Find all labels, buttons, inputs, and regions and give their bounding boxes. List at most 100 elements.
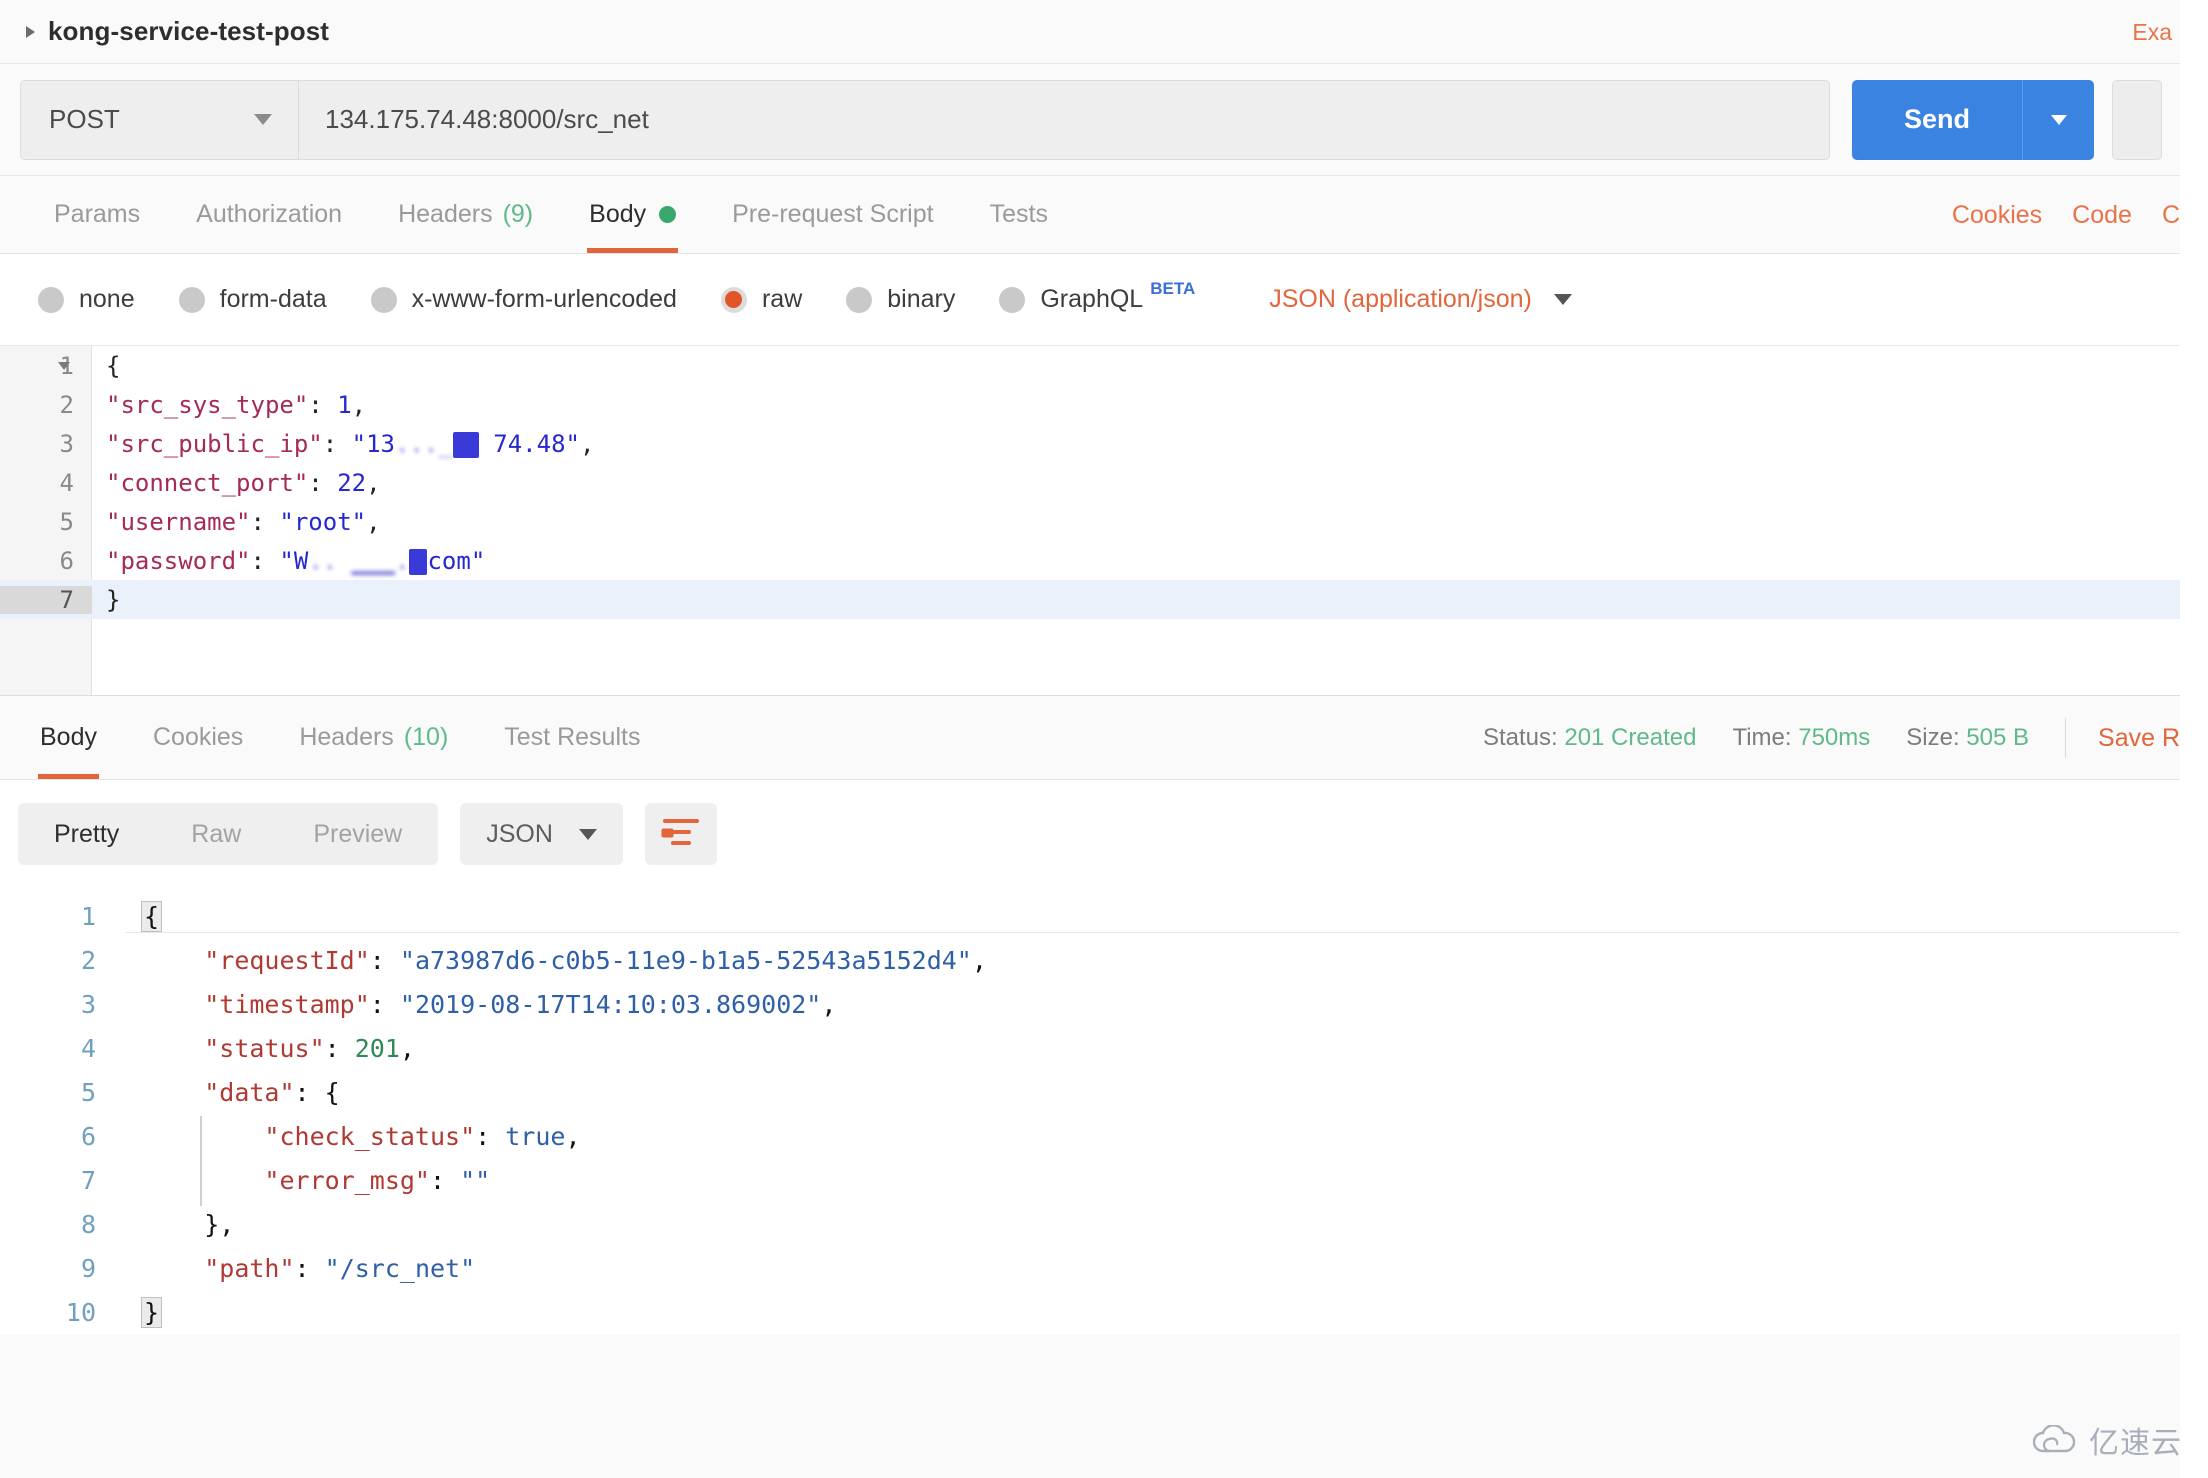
code-line: 2 "src_sys_type": 1, (0, 385, 2180, 424)
tab-headers[interactable]: Headers (9) (370, 176, 561, 253)
view-preview-button[interactable]: Preview (277, 803, 438, 865)
view-pretty-button[interactable]: Pretty (18, 803, 155, 865)
json-tail: , (565, 1121, 581, 1151)
response-tab-cookies[interactable]: Cookies (125, 696, 271, 779)
size-meta: Size: 505 B (1906, 724, 2029, 752)
body-present-dot-icon (659, 206, 677, 223)
body-type-graphql[interactable]: GraphQL BETA (999, 279, 1195, 314)
fold-caret-icon[interactable] (58, 361, 70, 370)
response-tab-body[interactable]: Body (12, 696, 125, 779)
tab-count: (10) (403, 723, 449, 751)
body-type-none[interactable]: none (38, 285, 135, 314)
tab-label: Pre-request Script (732, 200, 934, 228)
tab-label: Headers (398, 200, 493, 228)
json-key: "src_public_ip" (106, 429, 323, 458)
time-value: 750ms (1798, 724, 1871, 751)
json-value: 1 (337, 390, 352, 419)
json-value: 22 (337, 468, 367, 497)
redaction-block (409, 548, 428, 575)
tab-tests[interactable]: Tests (962, 176, 1076, 253)
code-text: { (118, 900, 163, 932)
examples-link[interactable]: Exa (2132, 19, 2172, 46)
code-text: "data": { (204, 1077, 340, 1107)
size-value: 505 B (1966, 724, 2030, 751)
word-wrap-toggle[interactable] (644, 803, 717, 865)
line-number: 3 (80, 989, 96, 1019)
cookies-link[interactable]: Cookies (1952, 201, 2042, 230)
tab-body[interactable]: Body (561, 176, 704, 253)
json-value: "/src_net" (324, 1253, 476, 1283)
request-body-editor[interactable]: 1 { 2 "src_sys_type": 1, 3 "src_public_i… (0, 346, 2180, 696)
response-format-select[interactable]: JSON (460, 803, 623, 865)
send-button-group: Send (1852, 79, 2094, 160)
line-number: 1 (59, 351, 74, 380)
content-type-select[interactable]: JSON (application/json) (1269, 285, 1572, 314)
json-value: true (505, 1121, 566, 1151)
json-key: "data" (204, 1077, 295, 1107)
code-link[interactable]: Code (2072, 201, 2132, 230)
code-text: "src_public_ip": "13..._ 74.48", (92, 430, 594, 458)
blurred-text: .. ▁▁▁. (308, 546, 410, 575)
status-label: Status: (1482, 724, 1558, 751)
json-sep: : (308, 390, 338, 419)
url-input[interactable]: 134.175.74.48:8000/src_net (298, 79, 1830, 160)
code-line: 4 "connect_port": 22, (0, 463, 2180, 502)
tab-count: (9) (502, 200, 534, 228)
response-tab-headers[interactable]: Headers (10) (271, 696, 476, 779)
watermark: 亿速云 (2033, 1418, 2182, 1462)
code-text: { (106, 351, 121, 380)
code-text: "connect_port": 22, (92, 469, 381, 497)
json-tail: , (366, 507, 381, 536)
code-text: } (118, 1296, 163, 1328)
line-number: 2 (80, 945, 96, 975)
code-text: "password": "W.. ▁▁▁. com" (92, 547, 485, 575)
request-tabs-right-links: Cookies Code C (1922, 176, 2180, 254)
url-row: POST 134.175.74.48:8000/src_net Send (0, 64, 2180, 176)
save-response-link[interactable]: Save R (2098, 724, 2180, 753)
json-value: "2019-08-17T14:10:03.869002" (399, 989, 822, 1019)
screenshot-root: kong-service-test-post Exa POST 134.175.… (0, 0, 2208, 1478)
code-line: 6 "password": "W.. ▁▁▁. com" (0, 541, 2180, 580)
line-number: 4 (59, 468, 74, 497)
json-key: "status" (204, 1033, 325, 1063)
code-text: "path": "/src_net" (204, 1253, 476, 1283)
body-type-raw[interactable]: raw (720, 285, 802, 314)
send-button[interactable]: Send (1852, 79, 2022, 160)
tab-label: Headers (299, 723, 394, 751)
matched-brace: { (141, 900, 163, 932)
response-toolbar: Pretty Raw Preview JSON (0, 780, 2180, 888)
code-text: }, (118, 1210, 234, 1239)
collapse-caret-icon[interactable] (26, 25, 35, 38)
code-text: "timestamp": "2019-08-17T14:10:03.869002… (204, 989, 837, 1019)
json-tail: , (366, 468, 381, 497)
json-raw: }, (204, 1209, 235, 1239)
tab-label: Test Results (504, 723, 641, 751)
body-type-selector: none form-data x-www-form-urlencoded raw… (0, 254, 2180, 346)
body-type-x-www-form-urlencoded[interactable]: x-www-form-urlencoded (370, 285, 677, 314)
code-line: 6 "check_status": true, (0, 1114, 2180, 1158)
beta-badge: BETA (1150, 278, 1196, 298)
request-name: kong-service-test-post (48, 16, 330, 46)
json-tail: , (351, 390, 367, 419)
json-value: { (324, 1077, 340, 1107)
tab-authorization[interactable]: Authorization (168, 176, 370, 253)
body-type-binary[interactable]: binary (846, 285, 955, 314)
save-button-partial[interactable] (2112, 79, 2162, 160)
code-line-active: 7 } (0, 580, 2180, 619)
tab-params[interactable]: Params (26, 176, 168, 253)
comments-link-partial[interactable]: C (2162, 201, 2180, 230)
json-value: 201 (354, 1033, 400, 1063)
response-body-editor[interactable]: 1 { 2 "requestId": "a73987d6-c0b5-11e9-b… (0, 888, 2180, 1334)
tab-pre-request-script[interactable]: Pre-request Script (704, 176, 961, 253)
cloud-icon (2033, 1425, 2076, 1453)
line-number: 1 (80, 901, 96, 931)
method-select[interactable]: POST (20, 79, 298, 160)
line-number: 6 (59, 546, 74, 575)
blurred-text: ..._ (395, 429, 453, 458)
chevron-down-icon (578, 828, 597, 840)
body-type-form-data[interactable]: form-data (178, 285, 327, 314)
view-raw-button[interactable]: Raw (155, 803, 277, 865)
send-options-button[interactable] (2022, 79, 2094, 160)
response-tab-test-results[interactable]: Test Results (476, 696, 668, 779)
word-wrap-icon (661, 819, 699, 849)
